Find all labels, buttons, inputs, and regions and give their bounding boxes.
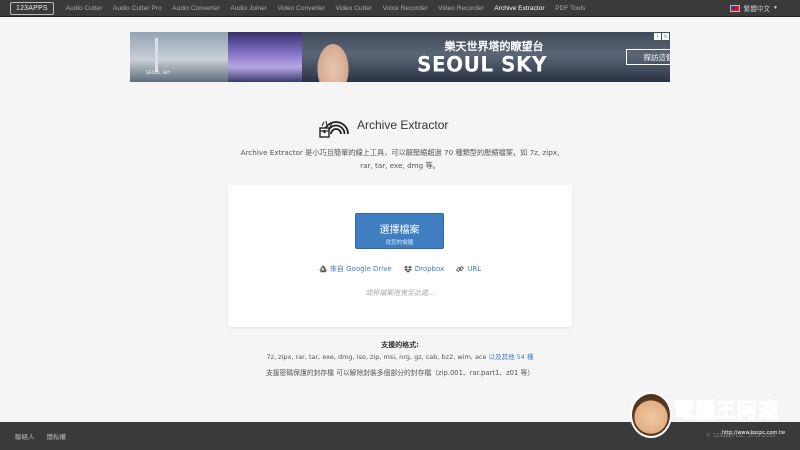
- watermark-url: http://www.kocpc.com.tw: [722, 430, 786, 436]
- watermark-mascot-icon: [630, 392, 672, 438]
- google-drive-icon: [319, 265, 327, 273]
- watermark-text: 電腦王阿達: [674, 398, 779, 423]
- nav-link-audio-cutter-pro[interactable]: Audio Cutter Pro: [113, 5, 162, 12]
- supported-formats-title: 支援的格式:: [381, 341, 419, 349]
- footer-link-privacy[interactable]: 隱私權: [47, 431, 67, 441]
- url-label: URL: [467, 265, 482, 273]
- nav-link-voice-recorder[interactable]: Voice Recorder: [383, 5, 428, 12]
- more-formats-link[interactable]: 以及其他 54 種: [489, 353, 534, 361]
- ad-banner[interactable]: SEOUL SKY 樂天世界塔的瞭望台 SEOUL SKY 探訪這個地方 i ×: [130, 32, 670, 82]
- formats-text: 7z, zipx, rar, tar, exe, dmg, iso, zip, …: [266, 353, 487, 361]
- dropbox-link[interactable]: Dropbox: [403, 264, 445, 274]
- nav-link-video-cutter[interactable]: Video Cutter: [336, 5, 373, 12]
- supported-formats: 支援的格式: 7z, zipx, rar, tar, exe, dmg, iso…: [200, 340, 600, 382]
- upload-card: 選擇檔案 從您的電腦 來自 Google Drive Dropbox URL 或…: [228, 185, 572, 327]
- choose-file-sublabel: 從您的電腦: [385, 240, 414, 246]
- logo[interactable]: 123APPS: [10, 1, 54, 15]
- ad-tower-shape: [155, 38, 158, 72]
- ad-info-icon[interactable]: i: [654, 33, 661, 40]
- nav-link-audio-cutter[interactable]: Audio Cutter: [66, 5, 103, 12]
- chevron-down-icon: ▼: [773, 5, 778, 11]
- archive-rainbow-icon: [319, 120, 349, 138]
- footer-link-contact[interactable]: 聯絡人: [15, 431, 35, 441]
- footer-links: 聯絡人 隱私權: [15, 431, 78, 441]
- ad-photo-tower: [130, 32, 228, 82]
- upload-sources: 來自 Google Drive Dropbox URL: [228, 264, 572, 274]
- nav-link-pdf-tools[interactable]: PDF Tools: [555, 5, 585, 12]
- choose-file-button[interactable]: 選擇檔案 從您的電腦: [355, 213, 444, 249]
- language-label: 繁體中文: [743, 6, 771, 13]
- ad-choices[interactable]: i ×: [653, 33, 669, 40]
- nav-link-audio-joiner[interactable]: Audio Joiner: [230, 5, 267, 12]
- nav-link-video-recorder[interactable]: Video Recorder: [438, 5, 484, 12]
- dropbox-icon: [403, 265, 412, 273]
- nav-link-audio-converter[interactable]: Audio Converter: [172, 5, 220, 12]
- nav-link-archive-extractor[interactable]: Archive Extractor: [494, 5, 544, 12]
- ad-close-icon[interactable]: ×: [662, 33, 669, 40]
- ad-small-label: SEOUL SKY: [146, 70, 171, 75]
- nav-link-video-converter[interactable]: Video Converter: [277, 5, 325, 12]
- dropbox-label: Dropbox: [414, 265, 445, 273]
- app-description: Archive Extractor 是小巧且簡單的線上工具，可以解壓縮超過 70…: [240, 148, 560, 170]
- ad-photo-hand: [315, 40, 351, 82]
- ad-title: SEOUL SKY: [417, 51, 547, 77]
- google-drive-link[interactable]: 來自 Google Drive: [319, 264, 392, 274]
- supported-formats-list: 7z, zipx, rar, tar, exe, dmg, iso, zip, …: [200, 351, 600, 364]
- page-title: Archive Extractor: [357, 118, 449, 132]
- drop-zone-hint[interactable]: 或將檔案拖曳至此處...: [228, 288, 572, 298]
- top-navigation-bar: 123APPS Audio Cutter Audio Cutter Pro Au…: [0, 0, 800, 17]
- language-selector[interactable]: 繁體中文 ▼: [729, 3, 778, 13]
- app-brand: Archive Extractor: [318, 110, 448, 140]
- ad-cta-button[interactable]: 探訪這個地方: [626, 49, 670, 65]
- url-link[interactable]: URL: [456, 264, 481, 274]
- taiwan-flag-icon: [729, 4, 740, 12]
- choose-file-label: 選擇檔案: [379, 225, 420, 236]
- google-drive-label: 來自 Google Drive: [329, 265, 392, 273]
- ad-photo-sunset: [228, 32, 302, 82]
- link-icon: [456, 266, 464, 272]
- supported-formats-note: 支援密碼保護的封存檔 可以解除封裝多個部分的封存檔（zip.001、rar.pa…: [265, 369, 535, 377]
- watermark: 電腦王阿達 http://www.kocpc.com.tw: [630, 390, 796, 446]
- nav-links: Audio Cutter Audio Cutter Pro Audio Conv…: [66, 5, 596, 12]
